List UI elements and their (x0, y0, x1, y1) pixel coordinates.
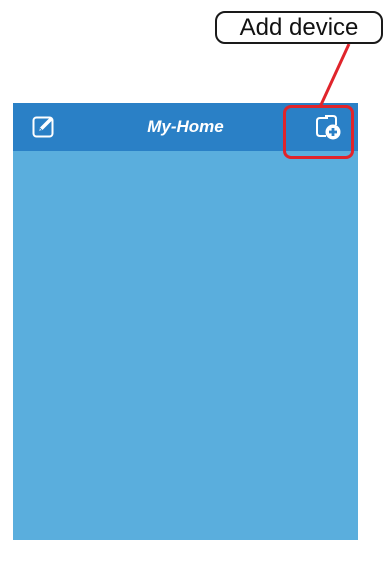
callout-label: Add device (215, 11, 383, 44)
add-device-highlight (283, 105, 354, 159)
edit-icon (32, 116, 54, 138)
device-list-area (13, 151, 358, 540)
app-screen: My-Home (13, 103, 358, 540)
edit-button[interactable] (29, 112, 59, 142)
canvas: My-Home Add device (0, 0, 388, 562)
